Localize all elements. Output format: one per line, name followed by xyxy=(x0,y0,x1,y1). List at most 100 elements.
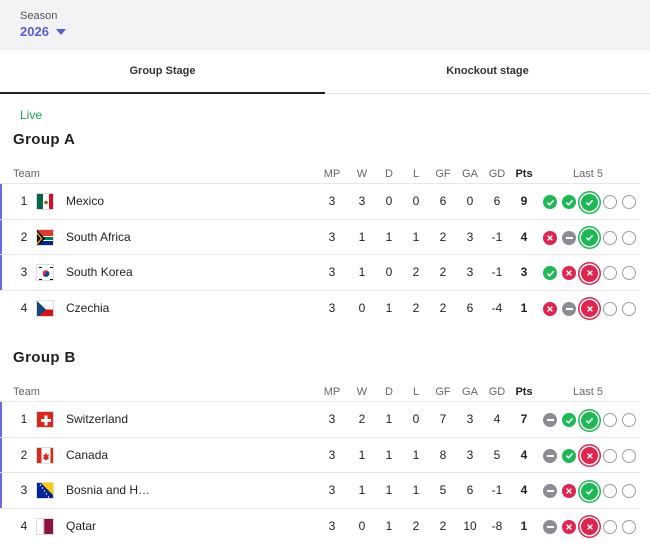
no-result-icon xyxy=(603,413,617,427)
team-name: Qatar xyxy=(66,518,97,533)
canada-flag xyxy=(36,446,54,464)
stat-mp: 3 xyxy=(328,483,336,498)
stat-mp: 3 xyxy=(328,229,336,244)
last5-form xyxy=(543,193,641,211)
header-ga: GA xyxy=(462,386,478,398)
table-row[interactable]: 3 Bosnia and H… 3 1 1 1 5 6 -1 4 xyxy=(0,472,640,509)
header-l: L xyxy=(412,168,420,180)
team-name: Mexico xyxy=(66,194,105,208)
win-check-icon xyxy=(581,229,598,247)
header-last5: Last 5 xyxy=(573,386,603,398)
table-row[interactable]: 2 South Africa 3 1 1 1 2 3 -1 4 xyxy=(0,218,640,255)
tab-group-stage[interactable]: Group Stage xyxy=(0,50,325,94)
team-name: Canada xyxy=(66,447,109,462)
stat-d: 0 xyxy=(385,265,393,280)
team-rank: 3 xyxy=(20,265,28,280)
no-result-icon xyxy=(603,195,617,209)
win-check-icon xyxy=(543,195,557,209)
stat-gd: -4 xyxy=(491,300,503,315)
stat-ga: 10 xyxy=(463,518,477,533)
stat-gf: 2 xyxy=(439,300,447,315)
team-rank: 3 xyxy=(20,483,28,498)
season-bar: Season 2026 xyxy=(0,0,650,50)
group-title: Group A xyxy=(13,131,76,148)
stat-w: 3 xyxy=(358,194,366,208)
last5-form xyxy=(543,518,641,536)
stat-d: 1 xyxy=(385,483,393,498)
chevron-down-icon xyxy=(55,29,66,35)
stat-pts: 4 xyxy=(520,447,528,462)
stat-pts: 1 xyxy=(520,518,528,533)
tab-knockout-stage[interactable]: Knockout stage xyxy=(325,50,650,94)
header-last5: Last 5 xyxy=(573,168,603,180)
stat-mp: 3 xyxy=(328,300,336,315)
header-gd: GD xyxy=(488,386,506,398)
table-row[interactable]: 1 Mexico 3 3 0 0 6 0 6 9 xyxy=(0,183,640,219)
header-d: D xyxy=(385,386,393,398)
stat-pts: 3 xyxy=(520,265,528,280)
stat-gd: -1 xyxy=(491,229,503,244)
table-row[interactable]: 3 South Korea 3 1 0 2 2 3 -1 3 xyxy=(0,254,641,291)
no-result-icon xyxy=(622,195,636,209)
no-result-icon xyxy=(603,519,617,534)
stat-l: 0 xyxy=(412,194,420,208)
header-gf: GF xyxy=(435,168,451,180)
table-row[interactable]: 2 Canada 3 1 1 1 8 3 5 4 xyxy=(0,436,640,473)
team-rank: 1 xyxy=(20,194,28,208)
team-name: Bosnia and H… xyxy=(66,483,151,498)
south-korea-flag xyxy=(36,264,54,282)
header-gd: GD xyxy=(488,168,506,180)
qualification-marker xyxy=(0,219,2,255)
stat-l: 2 xyxy=(412,265,420,280)
stat-ga: 3 xyxy=(466,412,474,426)
table-row[interactable]: 4 Qatar 3 0 1 2 2 10 -8 1 xyxy=(0,507,641,544)
no-result-icon xyxy=(603,230,617,245)
no-result-icon xyxy=(622,484,636,499)
draw-dash-icon xyxy=(562,301,576,316)
stat-gd: -1 xyxy=(491,265,503,280)
table-row[interactable]: 1 Switzerland 3 2 1 0 7 3 4 7 xyxy=(0,401,640,437)
header-ga: GA xyxy=(462,168,478,180)
stat-gd: -8 xyxy=(491,518,503,533)
stat-w: 1 xyxy=(358,229,366,244)
stat-mp: 3 xyxy=(328,447,336,462)
loss-x-icon xyxy=(581,518,598,536)
stat-w: 2 xyxy=(358,412,366,426)
qualification-marker xyxy=(0,473,2,509)
stat-gd: -1 xyxy=(491,483,503,498)
loss-x-icon xyxy=(543,230,557,245)
stat-w: 1 xyxy=(358,447,366,462)
win-check-icon xyxy=(543,266,557,281)
win-check-icon xyxy=(562,448,576,463)
last5-form xyxy=(543,264,641,282)
header-team: Team xyxy=(13,168,40,180)
stat-d: 1 xyxy=(385,229,393,244)
loss-x-icon xyxy=(581,300,598,318)
table-row[interactable]: 4 Czechia 3 0 1 2 2 6 -4 1 xyxy=(0,289,640,326)
header-mp: MP xyxy=(323,386,341,398)
stat-gf: 2 xyxy=(439,518,447,533)
stat-w: 1 xyxy=(358,265,366,280)
stat-pts: 4 xyxy=(520,229,528,244)
header-w: W xyxy=(356,386,368,398)
draw-dash-icon xyxy=(543,448,557,463)
qualification-marker xyxy=(0,437,2,473)
team-rank: 2 xyxy=(20,229,28,244)
header-w: W xyxy=(356,168,368,180)
season-value: 2026 xyxy=(20,24,49,39)
season-dropdown[interactable]: 2026 xyxy=(20,24,66,39)
stat-l: 1 xyxy=(412,229,420,244)
stat-l: 1 xyxy=(412,483,420,498)
qualification-marker xyxy=(0,184,2,219)
win-check-icon xyxy=(562,195,576,209)
team-name: Czechia xyxy=(66,300,110,315)
qualification-marker xyxy=(0,402,2,437)
stat-gd: 6 xyxy=(493,194,501,208)
header-mp: MP xyxy=(323,168,341,180)
stat-gf: 6 xyxy=(439,194,447,208)
no-result-icon xyxy=(603,484,617,499)
stat-ga: 0 xyxy=(466,194,474,208)
stat-gd: 5 xyxy=(493,447,501,462)
loss-x-icon xyxy=(543,301,557,316)
win-check-icon xyxy=(581,193,598,211)
